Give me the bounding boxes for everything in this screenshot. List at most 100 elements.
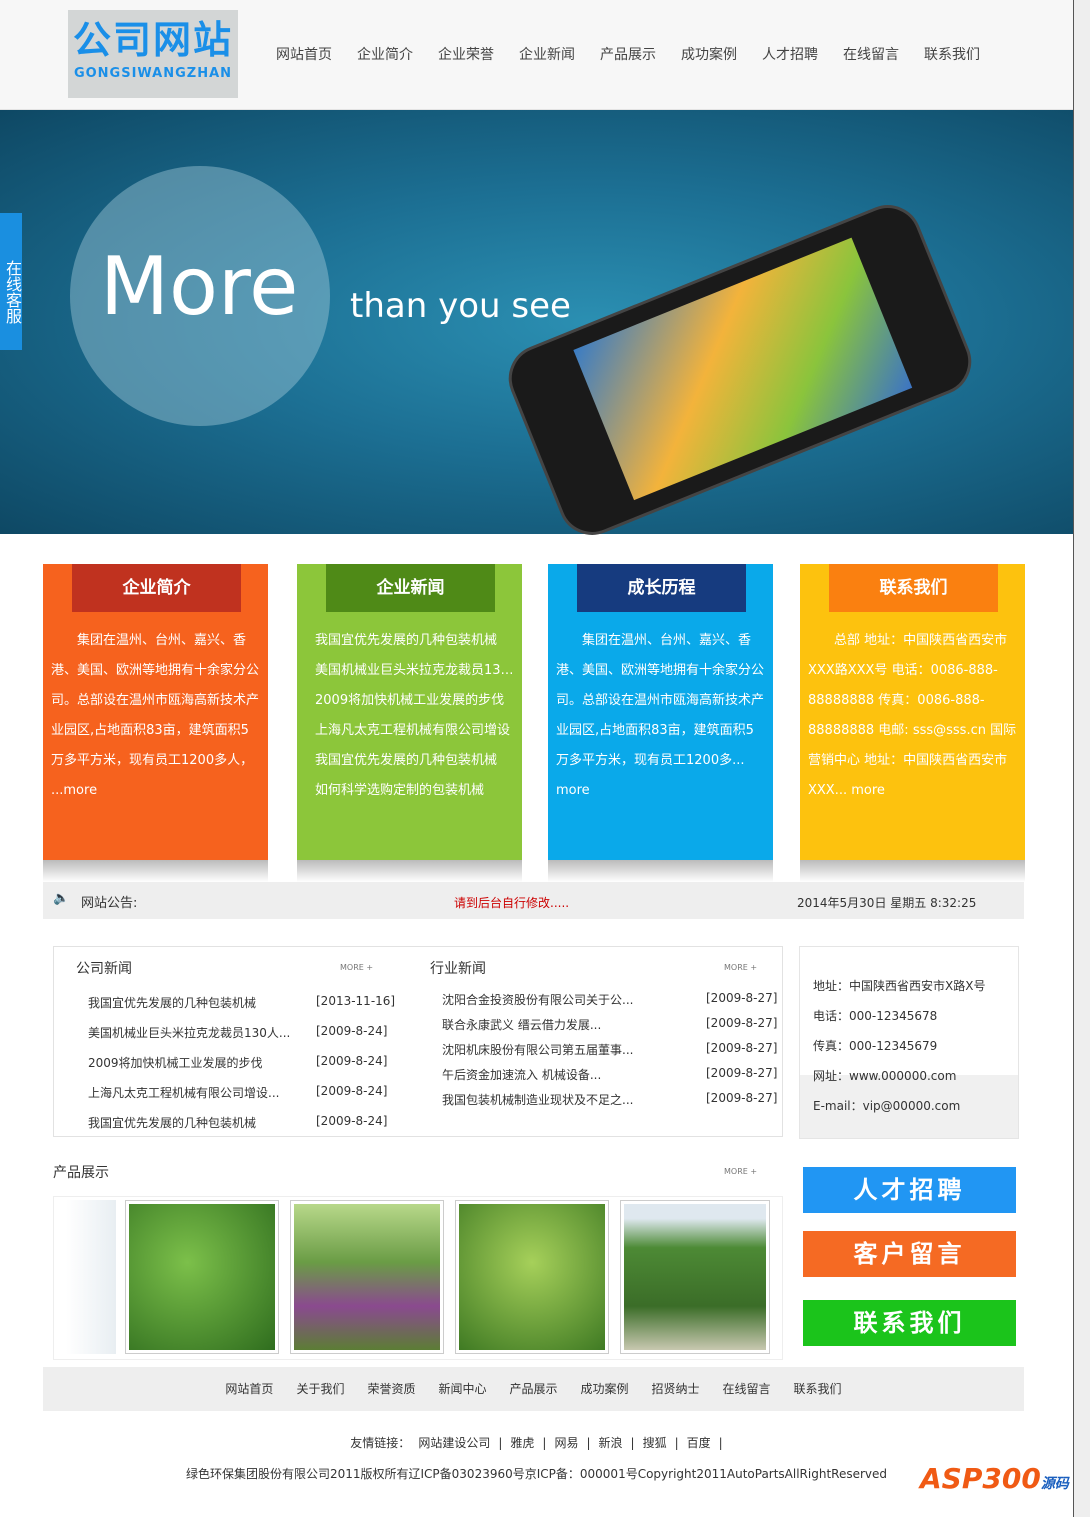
news-title[interactable]: 我国宜优先发展的几种包装机械 <box>88 994 256 1011</box>
footer-nav-item[interactable]: 荣誉资质 <box>367 1367 415 1411</box>
footer-nav-item[interactable]: 在线留言 <box>723 1367 771 1411</box>
nav-item[interactable]: 企业新闻 <box>519 44 575 64</box>
contact-line: 网址：www.000000.com <box>813 1069 957 1083</box>
footer-nav-item[interactable]: 招贤纳士 <box>652 1367 700 1411</box>
news-panel: 公司新闻 MORE + 行业新闻 MORE + 我国宜优先发展的几种包装机械 [2… <box>53 946 783 1137</box>
side-button[interactable]: 客户留言 <box>803 1231 1016 1277</box>
news-title[interactable]: 2009将加快机械工业发展的步伐 <box>88 1054 263 1071</box>
datetime: 2014年5月30日 星期五 8:32:25 <box>797 896 977 910</box>
notice-bar: 🔈 网站公告: 请到后台自行修改..... 2014年5月30日 星期五 8:3… <box>43 882 1024 919</box>
footer-nav-item[interactable]: 新闻中心 <box>438 1367 486 1411</box>
box-shadow <box>548 860 773 882</box>
nav-item[interactable]: 企业荣誉 <box>438 44 494 64</box>
news-title[interactable]: 沈阳机床股份有限公司第五届董事... <box>442 1041 633 1058</box>
news-date: [2013-11-16] <box>316 994 396 1008</box>
nav-item[interactable]: 联系我们 <box>924 44 980 64</box>
news-date: [2009-8-24] <box>316 1084 388 1098</box>
online-service-tab[interactable]: 在线客服 <box>0 213 22 350</box>
main-nav: 网站首页 企业简介 企业荣誉 企业新闻 产品展示 成功案例 人才招聘 在线留言 联系我们 <box>276 44 980 64</box>
speaker-icon: 🔈 <box>53 891 70 906</box>
feature-box-text: 总部 地址：中国陕西省西安市XXX路XXX号 电话：0086-888-88888… <box>808 633 1017 798</box>
friend-link[interactable]: 网易 <box>554 1436 578 1450</box>
news-title[interactable]: 午后资金加速流入 机械设备... <box>442 1066 601 1083</box>
header: 公司网站 GONGSIWANGZHAN 网站首页 企业简介 企业荣誉 企业新闻 产品展示… <box>0 0 1073 110</box>
news-date: [2009-8-27] <box>706 1091 778 1105</box>
news-link[interactable]: 美国机械业巨头米拉克龙裁员130人 <box>305 656 514 686</box>
industry-news-more[interactable]: MORE + <box>724 963 757 972</box>
logo[interactable]: 公司网站 GONGSIWANGZHAN <box>68 10 238 98</box>
friend-link[interactable]: 搜狐 <box>643 1436 667 1450</box>
notice-text[interactable]: 请到后台自行修改..... <box>454 894 569 911</box>
feature-box: 企业简介集团在温州、台州、嘉兴、香港、美国、欧洲等地拥有十余家分公司。总部设在温… <box>43 564 268 860</box>
news-link[interactable]: 如何科学选购定制的包装机械 <box>305 776 514 806</box>
news-link[interactable]: 我国宜优先发展的几种包装机械 <box>305 626 514 656</box>
friend-link[interactable]: 新浪 <box>599 1436 623 1450</box>
news-date: [2009-8-27] <box>706 1041 778 1055</box>
product-image[interactable] <box>620 1200 770 1354</box>
feature-box-title[interactable]: 企业简介 <box>72 564 241 612</box>
links-label: 友情链接： <box>350 1436 411 1450</box>
feature-box-title[interactable]: 企业新闻 <box>326 564 495 612</box>
separator: | <box>630 1436 635 1450</box>
box-shadow <box>800 860 1025 882</box>
copyright: 绿色环保集团股份有限公司2011版权所有辽ICP备03023960号京ICP备：… <box>185 1467 888 1481</box>
products-more[interactable]: MORE + <box>724 1167 757 1176</box>
feature-box: 企业新闻我国宜优先发展的几种包装机械 美国机械业巨头米拉克龙裁员130人 2009将… <box>297 564 522 860</box>
company-news-more[interactable]: MORE + <box>340 963 373 972</box>
footer-nav-item[interactable]: 成功案例 <box>581 1367 629 1411</box>
feature-box: 成长历程 集团在温州、台州、嘉兴、香港、美国、欧洲等地拥有十余家分公司。总部设在温… <box>548 564 773 860</box>
news-date: [2009-8-27] <box>706 991 778 1005</box>
side-button[interactable]: 联系我们 <box>803 1300 1016 1346</box>
contact-line: 地址：中国陕西省西安市X路X号 <box>813 979 986 993</box>
contact-line: 电话：000-12345678 <box>813 1009 938 1023</box>
friend-link[interactable]: 百度 <box>687 1436 711 1450</box>
nav-item[interactable]: 企业简介 <box>357 44 413 64</box>
product-image[interactable] <box>290 1200 444 1354</box>
logo-subtext: GONGSIWANGZHAN <box>73 66 233 81</box>
news-date: [2009-8-24] <box>316 1114 388 1128</box>
news-title[interactable]: 沈阳合金投资股份有限公司关于公... <box>442 991 633 1008</box>
watermark-logo: ASP300源码 <box>920 1462 1069 1495</box>
news-date: [2009-8-24] <box>316 1024 388 1038</box>
product-image[interactable] <box>66 1200 116 1354</box>
news-link[interactable]: 我国宜优先发展的几种包装机械 <box>305 746 514 776</box>
nav-item[interactable]: 人才招聘 <box>762 44 818 64</box>
nav-item[interactable]: 产品展示 <box>600 44 656 64</box>
products-title: 产品展示 <box>53 1165 109 1181</box>
news-title[interactable]: 美国机械业巨头米拉克龙裁员130人... <box>88 1024 290 1041</box>
product-image[interactable] <box>455 1200 609 1354</box>
side-button[interactable]: 人才招聘 <box>803 1167 1016 1213</box>
separator: | <box>586 1436 591 1450</box>
contact-line: 传真：000-12345679 <box>813 1039 938 1053</box>
feature-box-text: 集团在温州、台州、嘉兴、香港、美国、欧洲等地拥有十余家分公司。总部设在温州市瓯海… <box>51 633 260 798</box>
footer-nav-item[interactable]: 网站首页 <box>225 1367 273 1411</box>
footer-nav: 网站首页 关于我们 荣誉资质 新闻中心 产品展示 成功案例 招贤纳士 在线留言 联系我们 <box>43 1367 1024 1411</box>
feature-box-title[interactable]: 联系我们 <box>829 564 998 612</box>
news-date: [2009-8-27] <box>706 1066 778 1080</box>
footer-nav-item[interactable]: 产品展示 <box>509 1367 557 1411</box>
nav-item[interactable]: 网站首页 <box>276 44 332 64</box>
friend-link[interactable]: 雅虎 <box>510 1436 534 1450</box>
feature-box-title[interactable]: 成长历程 <box>577 564 746 612</box>
friend-link[interactable]: 网站建设公司 <box>418 1436 490 1450</box>
nav-item[interactable]: 成功案例 <box>681 44 737 64</box>
footer-nav-item[interactable]: 关于我们 <box>296 1367 344 1411</box>
nav-item[interactable]: 在线留言 <box>843 44 899 64</box>
scrollbar[interactable] <box>1073 0 1090 1517</box>
news-link[interactable]: 上海凡太克工程机械有限公司增设 <box>305 716 514 746</box>
news-title[interactable]: 我国宜优先发展的几种包装机械 <box>88 1114 256 1131</box>
separator: | <box>542 1436 547 1450</box>
news-title[interactable]: 我国包装机械制造业现状及不足之... <box>442 1091 633 1108</box>
logo-text: 公司网站 <box>72 18 233 62</box>
banner-subline: than you see <box>350 286 571 326</box>
separator: | <box>498 1436 503 1450</box>
notice-label: 网站公告: <box>81 896 138 911</box>
news-title[interactable]: 联合永康武义 缙云借力发展... <box>442 1016 601 1033</box>
separator: | <box>718 1436 723 1450</box>
box-shadow <box>43 860 268 882</box>
friend-links: 友情链接： 网站建设公司 | 雅虎 | 网易 | 新浪 | 搜狐 | 百度 | <box>0 1434 1073 1451</box>
product-image[interactable] <box>125 1200 279 1354</box>
news-link[interactable]: 2009将加快机械工业发展的步伐 <box>305 686 514 716</box>
footer-nav-item[interactable]: 联系我们 <box>794 1367 842 1411</box>
news-title[interactable]: 上海凡太克工程机械有限公司增设... <box>88 1084 279 1101</box>
